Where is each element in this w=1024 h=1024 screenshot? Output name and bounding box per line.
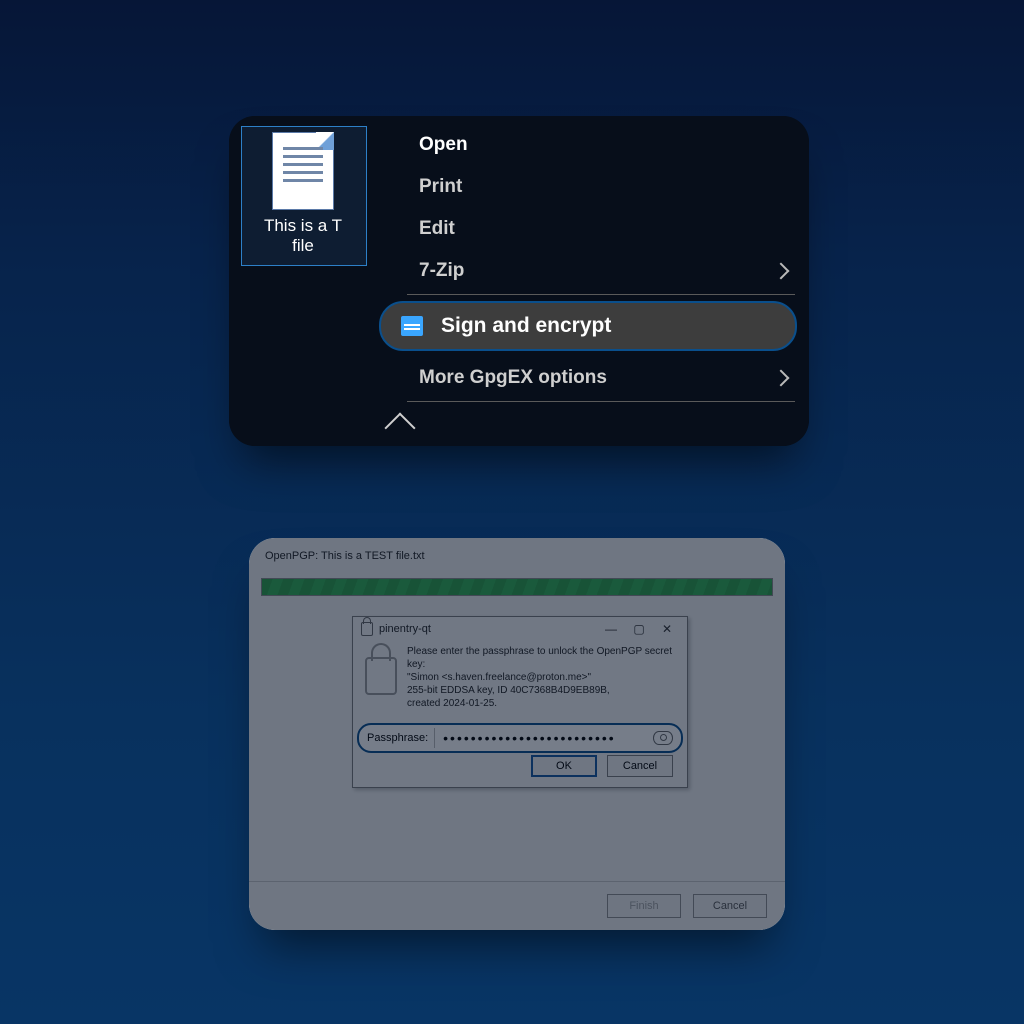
context-menu: Open Print Edit 7-Zip Sign and encrypt M… [367, 124, 809, 446]
gpg-file-icon [401, 316, 423, 336]
menu-label: Edit [419, 218, 809, 240]
context-menu-panel: This is a T file Open Print Edit 7-Zip S… [229, 116, 809, 446]
menu-item-7zip[interactable]: 7-Zip [367, 250, 809, 292]
menu-label: 7-Zip [419, 260, 809, 282]
menu-item-more-gpgex[interactable]: More GpgEX options [367, 357, 809, 399]
menu-label: More GpgEX options [419, 367, 809, 389]
desktop-file[interactable]: This is a T file [251, 132, 355, 256]
pinentry-panel: OpenPGP: This is a TEST file.txt pinentr… [249, 538, 785, 930]
file-name: This is a T file [251, 216, 355, 256]
menu-divider [407, 294, 795, 295]
menu-item-print[interactable]: Print [367, 166, 809, 208]
menu-label: Sign and encrypt [441, 314, 611, 338]
menu-item-sign-encrypt[interactable]: Sign and encrypt [379, 301, 797, 351]
menu-label: Open [419, 134, 809, 156]
menu-item-share[interactable] [367, 404, 809, 446]
dim-overlay [249, 538, 785, 930]
menu-divider [407, 401, 795, 402]
menu-item-open[interactable]: Open [367, 124, 809, 166]
menu-label: Print [419, 176, 809, 198]
text-file-icon [272, 132, 334, 210]
share-icon [384, 412, 415, 443]
menu-item-edit[interactable]: Edit [367, 208, 809, 250]
